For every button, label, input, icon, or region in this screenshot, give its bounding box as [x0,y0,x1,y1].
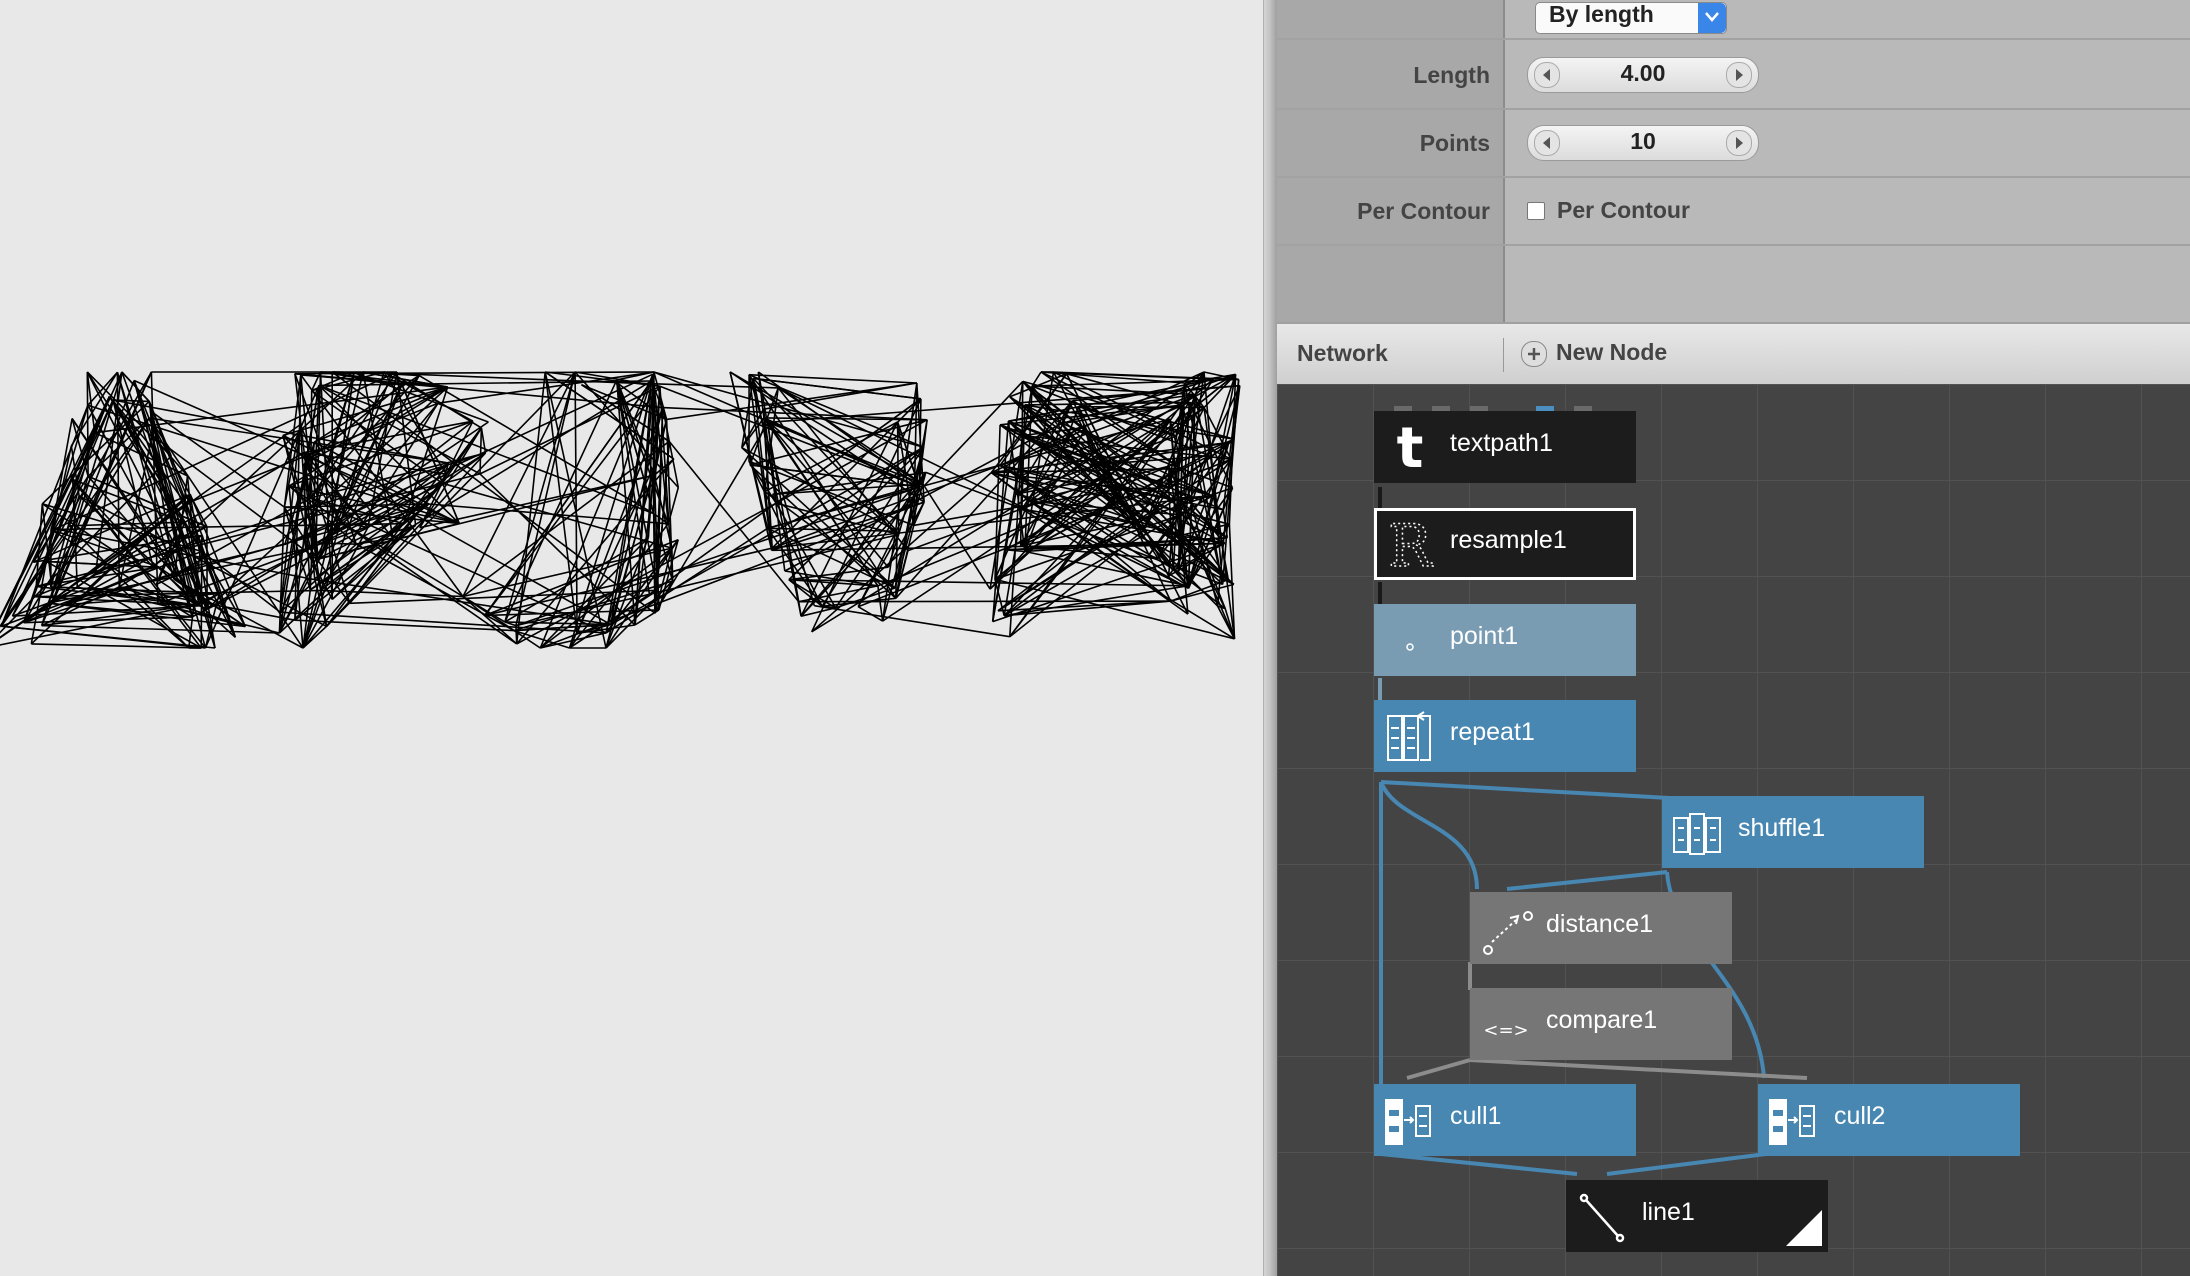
increment-icon[interactable] [1726,130,1752,156]
new-node-label[interactable]: New Node [1556,339,1667,366]
art-line-segment [339,521,506,623]
distance-icon [1476,898,1536,958]
node-label: textpath1 [1450,429,1553,457]
split-divider[interactable] [1263,0,1278,1276]
compare-icon: <=> [1476,994,1536,1054]
point-icon [1380,610,1440,670]
node-compare1[interactable]: <=> compare1 [1470,988,1732,1060]
param-row-per-contour: Per Contour Per Contour [1277,178,2190,246]
cull-icon [1380,1090,1440,1150]
network-header: Network New Node [1277,322,2190,386]
header-separator [1503,338,1504,372]
node-label: resample1 [1450,526,1567,554]
node-resample1[interactable]: R resample1 [1374,508,1636,581]
node-cull1[interactable]: cull1 [1374,1084,1636,1156]
art-line-segment [922,483,991,590]
length-value[interactable]: 4.00 [1528,60,1758,87]
node-repeat1[interactable]: repeat1 [1374,700,1636,772]
art-line-segment [284,373,654,546]
increment-icon[interactable] [1726,62,1752,88]
points-stepper[interactable]: 10 [1527,125,1759,161]
art-line-segment [834,471,927,609]
art-line-segment [94,386,448,434]
cull-icon [1764,1090,1824,1150]
node-label: point1 [1450,622,1519,650]
repeat-icon [1380,706,1440,766]
node-label: cull1 [1450,1102,1502,1130]
node-label: distance1 [1546,910,1654,938]
param-label-length: Length [1413,62,1490,88]
node-shuffle1[interactable]: shuffle1 [1662,796,1924,868]
node-distance1[interactable]: distance1 [1470,892,1732,964]
per-contour-checkbox[interactable] [1527,202,1545,220]
per-contour-checkbox-label[interactable]: Per Contour [1557,197,1690,224]
art-line-segment [515,625,518,644]
method-dropdown-value: By length [1549,1,1654,27]
svg-text:R: R [1388,514,1434,574]
node-textpath1[interactable]: t textpath1 [1374,411,1636,483]
art-line-segment [204,385,320,649]
node-label: cull2 [1834,1102,1886,1130]
rendered-line-art [0,371,1241,649]
points-value[interactable]: 10 [1528,128,1758,155]
text-t-icon: t [1380,416,1440,481]
param-row-method: Method By length [1277,0,2190,40]
rendered-flag-icon[interactable] [1786,1210,1822,1246]
art-line-segment [814,604,1010,638]
chevron-down-icon[interactable] [1698,3,1726,33]
viewer-canvas[interactable] [0,0,1263,1276]
length-stepper[interactable]: 4.00 [1527,57,1759,93]
art-line-segment [896,421,900,535]
param-row-points: Points 10 [1277,110,2190,178]
param-label-per-contour: Per Contour [1357,198,1490,224]
network-title: Network [1297,340,1388,366]
input-port[interactable] [1432,406,1450,411]
method-dropdown[interactable]: By length [1535,1,1727,34]
node-label: repeat1 [1450,718,1535,746]
resample-icon: R [1380,511,1440,581]
node-point1[interactable]: point1 [1374,604,1636,676]
node-line1[interactable]: line1 [1566,1180,1828,1252]
node-label: shuffle1 [1738,814,1826,842]
svg-text:<=>: <=> [1483,1020,1528,1041]
node-label: compare1 [1546,1006,1658,1034]
param-row-length: Length 4.00 [1277,42,2190,110]
param-label-method: Method [1280,0,1490,8]
input-port[interactable] [1394,406,1412,411]
node-label: line1 [1642,1198,1695,1226]
svg-text:t: t [1397,417,1424,477]
plus-icon[interactable] [1521,341,1547,367]
parameters-panel: Method By length Length 4.00 Points 10 [1277,0,2190,322]
input-port[interactable] [1574,406,1592,411]
network-canvas[interactable]: t textpath1 R resample1 point1 repeat1 s… [1277,384,2190,1276]
line-icon [1572,1186,1632,1246]
art-line-segment [303,420,474,454]
shuffle-icon [1668,802,1728,862]
node-cull2[interactable]: cull2 [1758,1084,2020,1156]
input-port[interactable] [1470,406,1488,411]
input-port[interactable] [1536,406,1554,411]
param-label-points: Points [1419,130,1490,156]
